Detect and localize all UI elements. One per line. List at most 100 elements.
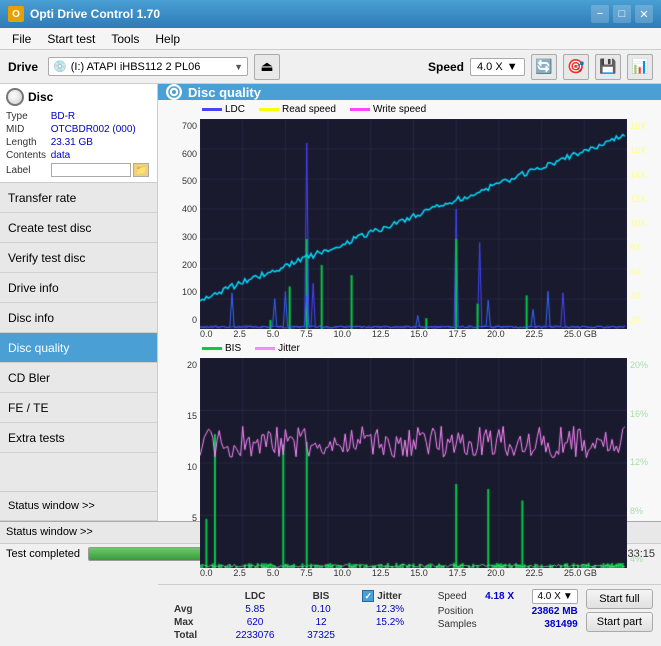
nav-create-test-disc[interactable]: Create test disc: [0, 213, 157, 243]
chart1-y-axis: 700 600 500 400 300 200 100 0: [162, 119, 200, 339]
menu-bar: File Start test Tools Help: [0, 28, 661, 50]
nav-transfer-rate[interactable]: Transfer rate: [0, 183, 157, 213]
stats-table: LDC BIS ✓ Jitter: [166, 589, 430, 642]
speed-label: Speed: [428, 60, 464, 74]
chart-button[interactable]: 📊: [627, 54, 653, 80]
total-ldc: 2233076: [218, 629, 291, 642]
length-label: Length: [6, 136, 51, 149]
nav-verify-test-disc[interactable]: Verify test disc: [0, 243, 157, 273]
speed-arrow: ▼: [507, 61, 518, 73]
disc-section-header: Disc: [6, 88, 151, 106]
disc-fields: Type BD-R MID OTCBDR002 (000) Length 23.…: [6, 110, 151, 178]
bis-color: [202, 347, 222, 350]
total-bis: 37325: [292, 629, 351, 642]
status-window-label: Status window >>: [8, 500, 95, 512]
chart1-x-labels: 0.0 2.5 5.0 7.5 10.0 12.5 15.0 17.5 20.0…: [200, 329, 627, 339]
avg-bis: 0.10: [292, 603, 351, 616]
menu-tools[interactable]: Tools: [103, 30, 147, 48]
minimize-button[interactable]: −: [591, 5, 609, 23]
charts-area: LDC Read speed Write speed 700 600 500 4…: [158, 100, 661, 584]
transfer-rate-label: Transfer rate: [8, 191, 76, 205]
chart2-legend: BIS Jitter: [162, 343, 657, 354]
jitter-legend-label: Jitter: [278, 343, 300, 354]
jitter-checkbox[interactable]: ✓: [362, 590, 374, 602]
jitter-color: [255, 347, 275, 350]
app-title: Opti Drive Control 1.70: [30, 7, 160, 21]
total-jitter: [350, 629, 429, 642]
app-icon: O: [8, 6, 24, 22]
nav-drive-info[interactable]: Drive info: [0, 273, 157, 303]
type-value: BD-R: [51, 110, 151, 123]
test-completed-text: Test completed: [6, 548, 80, 560]
max-jitter: 15.2%: [350, 616, 429, 629]
drive-value: (I:) ATAPI iHBS112 2 PL06: [71, 61, 230, 73]
position-value: 23862 MB: [532, 606, 578, 617]
legend-bis: BIS: [202, 343, 241, 354]
disc-info-label: Disc info: [8, 311, 54, 325]
write-speed-label: Write speed: [373, 104, 426, 115]
disc-icon: [6, 88, 24, 106]
nav-disc-info[interactable]: Disc info: [0, 303, 157, 333]
drive-icon: 💿: [53, 60, 67, 73]
chart2-wrapper: 20 15 10 5 0.0 2.5 5.0 7.5 10.0 12.5: [162, 358, 657, 578]
maximize-button[interactable]: □: [613, 5, 631, 23]
label-folder-button[interactable]: 📁: [133, 163, 149, 177]
content-area: Disc quality LDC Read speed Write speed: [158, 84, 661, 521]
save-button[interactable]: 💾: [595, 54, 621, 80]
menu-file[interactable]: File: [4, 30, 39, 48]
speed-select[interactable]: 4.0 X ▼: [470, 58, 525, 76]
speed-stat-dropdown[interactable]: 4.0 X ▼: [532, 589, 577, 604]
th-empty: [166, 589, 218, 603]
th-ldc: LDC: [218, 589, 291, 603]
speed-stat-label: Speed: [438, 591, 467, 602]
chart2-y-axis: 20 15 10 5: [162, 358, 200, 578]
menu-help[interactable]: Help: [147, 30, 188, 48]
ldc-color: [202, 108, 222, 111]
start-part-button[interactable]: Start part: [586, 612, 653, 632]
close-button[interactable]: ✕: [635, 5, 653, 23]
start-full-button[interactable]: Start full: [586, 589, 653, 609]
extra-tests-label: Extra tests: [8, 431, 65, 445]
mid-value: OTCBDR002 (000): [51, 123, 151, 136]
chart2-canvas-wrapper: 0.0 2.5 5.0 7.5 10.0 12.5 15.0 17.5 20.0…: [200, 358, 627, 578]
nav-cd-bler[interactable]: CD Bler: [0, 363, 157, 393]
nav-disc-quality[interactable]: Disc quality: [0, 333, 157, 363]
samples-label: Samples: [438, 619, 477, 630]
chart2-x-labels: 0.0 2.5 5.0 7.5 10.0 12.5 15.0 17.5 20.0…: [200, 568, 627, 578]
position-row: Position 23862 MB: [438, 606, 578, 617]
read-speed-label: Read speed: [282, 104, 336, 115]
target-button[interactable]: 🎯: [563, 54, 589, 80]
samples-row: Samples 381499: [438, 619, 578, 630]
fe-te-label: FE / TE: [8, 401, 48, 415]
label-input[interactable]: [51, 163, 131, 177]
status-window-text[interactable]: Status window >>: [6, 526, 93, 538]
samples-value: 381499: [544, 619, 577, 630]
drive-select[interactable]: 💿 (I:) ATAPI iHBS112 2 PL06 ▼: [48, 57, 248, 76]
eject-button[interactable]: ⏏: [254, 54, 280, 80]
menu-start-test[interactable]: Start test: [39, 30, 103, 48]
refresh-button[interactable]: 🔄: [531, 54, 557, 80]
nav-fe-te[interactable]: FE / TE: [0, 393, 157, 423]
position-label: Position: [438, 606, 474, 617]
max-label: Max: [166, 616, 218, 629]
content-title: Disc quality: [188, 85, 261, 100]
chart1-y-axis-right: 18X 16X 14X 12X 10X 8X 6X 4X 2X: [627, 119, 657, 339]
type-label: Type: [6, 110, 51, 123]
speed-value: 4.0 X: [477, 61, 503, 73]
speed-dropdown-arrow: ▼: [563, 591, 573, 602]
speed-stat-value: 4.18 X: [485, 591, 514, 602]
bis-label: BIS: [225, 343, 241, 354]
status-window-button[interactable]: Status window >>: [0, 491, 157, 521]
chart1-wrapper: 700 600 500 400 300 200 100 0 0.0 2.5 5.…: [162, 119, 657, 339]
write-speed-color: [350, 108, 370, 111]
legend-read-speed: Read speed: [259, 104, 336, 115]
ldc-label: LDC: [225, 104, 245, 115]
verify-test-disc-label: Verify test disc: [8, 251, 85, 265]
drive-label: Drive: [8, 60, 38, 74]
nav-extra-tests[interactable]: Extra tests: [0, 423, 157, 453]
stats-area: LDC BIS ✓ Jitter: [158, 584, 661, 646]
toolbar: Drive 💿 (I:) ATAPI iHBS112 2 PL06 ▼ ⏏ Sp…: [0, 50, 661, 84]
total-label: Total: [166, 629, 218, 642]
title-controls: − □ ✕: [591, 5, 653, 23]
chart1-canvas-wrapper: 0.0 2.5 5.0 7.5 10.0 12.5 15.0 17.5 20.0…: [200, 119, 627, 339]
